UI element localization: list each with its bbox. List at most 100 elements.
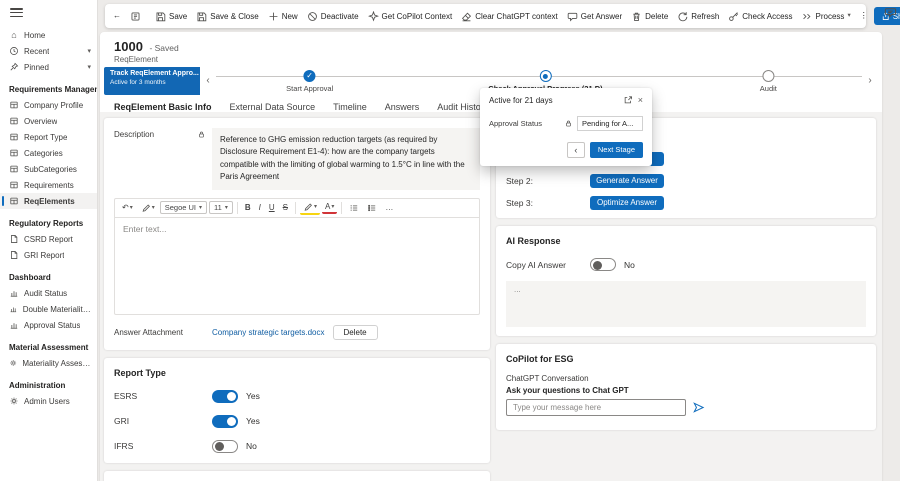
stage-start-approval[interactable]: ✓ Start Approval: [286, 70, 333, 93]
sidebar-group-title: Administration: [9, 381, 66, 390]
chart-icon: [9, 320, 19, 330]
comment-icon: [884, 6, 897, 19]
sidebar-item-pinned[interactable]: Pinned ▾: [0, 59, 97, 75]
delete-button[interactable]: Delete: [627, 6, 672, 26]
save-and-close-button[interactable]: Save & Close: [192, 6, 262, 26]
font-size-select[interactable]: 11 ▾: [209, 201, 233, 215]
sidebar-item-requirements[interactable]: Requirements: [0, 177, 97, 193]
check-access-button[interactable]: Check Access: [724, 6, 796, 26]
process-icon: [802, 11, 813, 22]
gri-toggle[interactable]: [212, 414, 238, 428]
popout-icon[interactable]: [623, 95, 633, 105]
format-painter-button[interactable]: ▾: [138, 202, 158, 214]
record-entity: ReqElement: [114, 55, 159, 64]
sidebar-item-approval-status[interactable]: Approval Status: [0, 317, 97, 333]
chatgpt-conversation-label: ChatGPT Conversation: [506, 374, 589, 383]
sidebar-item-recent[interactable]: Recent ▾: [0, 43, 97, 59]
process-button[interactable]: Process ▾: [798, 6, 855, 26]
send-icon[interactable]: [692, 401, 705, 414]
sidebar-item-label: Audit Status: [24, 288, 68, 298]
deactivate-button[interactable]: Deactivate: [303, 6, 363, 26]
attachment-delete-button[interactable]: Delete: [332, 324, 378, 340]
form-switcher-button[interactable]: [126, 6, 145, 26]
richtext-toolbar: ↶ ▾ ▾ Segoe UI ▾ 11 ▾ B I U S ▾ A ▾ …: [115, 199, 479, 218]
sidebar-item-label: Categories: [24, 148, 63, 158]
ai-response-section: AI Response Copy AI Answer No ...: [496, 226, 876, 336]
attachment-file-link[interactable]: Company strategic targets.docx: [212, 328, 325, 337]
optimize-answer-button[interactable]: Optimize Answer: [590, 196, 664, 210]
sidebar-item-overview[interactable]: Overview: [0, 113, 97, 129]
step-3-row: Step 3: Optimize Answer: [506, 196, 866, 210]
strikethrough-button[interactable]: S: [280, 202, 291, 213]
stage-audit[interactable]: Audit: [760, 70, 777, 93]
bullet-list-button[interactable]: [346, 202, 362, 214]
gear-icon: [9, 358, 17, 368]
key-icon: [728, 11, 739, 22]
highlight-button[interactable]: ▾: [299, 201, 320, 215]
overflow-button[interactable]: ⋮: [856, 6, 872, 26]
sidebar-item-company-profile[interactable]: Company Profile: [0, 97, 97, 113]
process-scroll-right[interactable]: ›: [862, 76, 878, 86]
sidebar-item-reqelements[interactable]: ReqElements: [0, 193, 97, 209]
clear-chatgpt-context-button[interactable]: Clear ChatGPT context: [457, 6, 562, 26]
more-formatting-button[interactable]: …: [382, 203, 396, 213]
sidebar: ⌂ Home Recent ▾ Pinned ▾ Requirements Ma…: [0, 0, 98, 481]
chevron-down-icon[interactable]: ▾: [87, 48, 91, 55]
copy-ai-answer-field: Copy AI Answer No: [506, 258, 866, 271]
richtext-input[interactable]: Enter text...: [115, 218, 479, 314]
chatgpt-message-input[interactable]: [506, 399, 686, 416]
gri-value: Yes: [246, 416, 260, 427]
sidebar-item-home[interactable]: ⌂ Home: [0, 27, 97, 43]
copy-ai-answer-toggle[interactable]: [590, 258, 616, 271]
ai-answer-textarea[interactable]: ...: [506, 281, 866, 327]
sidebar-item-materiality-assessment[interactable]: Materiality Assessme...: [0, 355, 97, 371]
plus-icon: [268, 11, 279, 22]
save-icon: [155, 11, 166, 22]
italic-button[interactable]: I: [256, 202, 264, 213]
sidebar-item-subcategories[interactable]: SubCategories: [0, 161, 97, 177]
description-field: Description Reference to GHG emission re…: [114, 128, 480, 190]
pen-icon: [141, 203, 151, 213]
new-button[interactable]: New: [264, 6, 302, 26]
chevron-down-icon: ▾: [224, 204, 228, 211]
step-2-row: Step 2: Generate Answer: [506, 174, 866, 188]
undo-button[interactable]: ↶ ▾: [119, 203, 136, 213]
sidebar-item-audit-status[interactable]: Audit Status: [0, 285, 97, 301]
back-button[interactable]: ←: [109, 6, 125, 26]
answer-attachment-field: Answer Attachment Company strategic targ…: [114, 324, 480, 340]
refresh-button[interactable]: Refresh: [673, 6, 723, 26]
approval-status-value[interactable]: Pending for A...: [577, 116, 643, 131]
get-copilot-context-button[interactable]: Get CoPilot Context: [364, 6, 457, 26]
step-3-label: Step 3:: [506, 198, 533, 208]
ifrs-toggle[interactable]: [212, 439, 238, 453]
close-icon[interactable]: ×: [638, 95, 643, 105]
next-stage-button[interactable]: Next Stage: [589, 142, 643, 158]
stage-flyout: Active for 21 days × Approval Status Pen…: [480, 88, 652, 166]
underline-button[interactable]: U: [266, 202, 278, 213]
description-value[interactable]: Reference to GHG emission reduction targ…: [212, 128, 480, 190]
generate-answer-button[interactable]: Generate Answer: [590, 174, 664, 188]
sidebar-item-admin-users[interactable]: Admin Users: [0, 393, 97, 409]
stage-active-icon: [539, 70, 552, 82]
sidebar-item-double-materiality[interactable]: Double Materiality R...: [0, 301, 97, 317]
sidebar-item-gri-report[interactable]: GRI Report: [0, 247, 97, 263]
process-badge[interactable]: Track ReqElement Appro... Active for 3 m…: [104, 67, 200, 95]
previous-stage-button[interactable]: ‹: [566, 142, 585, 158]
sidebar-item-report-type[interactable]: Report Type: [0, 129, 97, 145]
chevron-down-icon: ▾: [847, 11, 851, 19]
esrs-toggle[interactable]: [212, 389, 238, 403]
sidebar-item-csrd-report[interactable]: CSRD Report: [0, 231, 97, 247]
get-answer-button[interactable]: Get Answer: [563, 6, 626, 26]
lock-icon: [564, 119, 573, 128]
font-family-select[interactable]: Segoe UI ▾: [159, 201, 208, 215]
save-button[interactable]: Save: [151, 6, 191, 26]
bold-button[interactable]: B: [242, 202, 254, 213]
menu-icon[interactable]: [10, 8, 23, 17]
process-scroll-left[interactable]: ‹: [200, 76, 216, 86]
sidebar-item-categories[interactable]: Categories: [0, 145, 97, 161]
feedback-button[interactable]: [884, 6, 897, 19]
numbered-list-button[interactable]: [364, 202, 380, 214]
font-color-button[interactable]: A ▾: [322, 201, 338, 215]
chevron-down-icon[interactable]: ▾: [87, 64, 91, 71]
ask-chatgpt-label: Ask your questions to Chat GPT: [506, 386, 629, 395]
